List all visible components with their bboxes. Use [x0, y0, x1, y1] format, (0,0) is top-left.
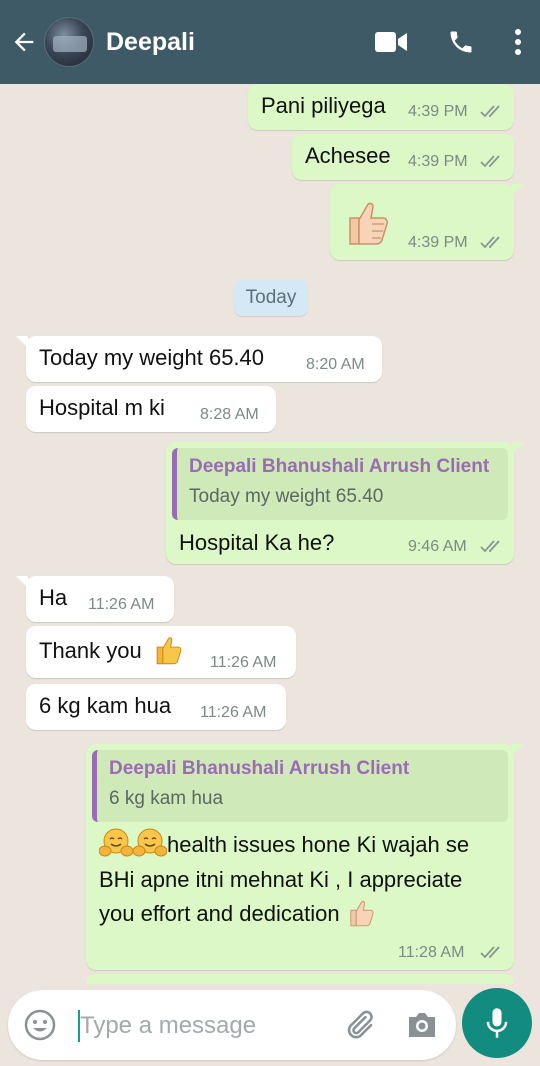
bubble-tail — [512, 442, 524, 454]
more-icon — [515, 29, 521, 55]
back-button[interactable] — [4, 0, 44, 84]
quoted-text: Today my weight 65.40 — [189, 486, 384, 507]
quoted-message[interactable]: Deepali Bhanushali Arrush Client 6 kg ka… — [92, 750, 508, 822]
message-time: 11:26 AM — [210, 654, 277, 671]
double-tick-icon — [480, 540, 500, 553]
attach-icon[interactable] — [342, 1008, 376, 1042]
message-text: you effort and dedication — [99, 901, 340, 926]
video-call-button[interactable] — [356, 0, 426, 84]
message-text: Today my weight 65.40 — [39, 345, 265, 370]
message-time: 11:26 AM — [200, 704, 267, 721]
phone-icon — [450, 31, 472, 53]
message-text-line: health issues hone Ki wajah se — [99, 828, 470, 859]
message-incoming[interactable]: Thank you 11:26 AM — [26, 626, 296, 678]
double-tick-icon — [480, 155, 500, 168]
message-outgoing[interactable]: Deepali Bhanushali Arrush Client 6 kg ka… — [86, 744, 524, 970]
message-text-line: you effort and dedication — [99, 901, 376, 927]
message-outgoing[interactable]: Deepali Bhanushali Arrush Client Today m… — [166, 442, 524, 564]
message-incoming[interactable]: 6 kg kam hua 11:26 AM — [26, 684, 286, 730]
double-tick-icon — [480, 105, 500, 118]
message-text: Ha — [39, 585, 68, 610]
bubble-tail — [512, 184, 524, 196]
message-text: Hospital m ki — [39, 395, 165, 420]
avatar[interactable] — [44, 17, 94, 67]
chat-header: Deepali — [0, 0, 540, 84]
thumbs-up-icon — [350, 901, 374, 927]
message-incoming[interactable]: Ha 11:26 AM — [16, 576, 174, 622]
video-call-icon — [375, 32, 407, 52]
quoted-message[interactable]: Deepali Bhanushali Arrush Client Today m… — [172, 448, 508, 520]
message-text: Achesee — [305, 143, 391, 168]
hugging-face-icon — [133, 828, 167, 857]
date-separator: Today — [234, 280, 308, 316]
mic-icon — [486, 1008, 508, 1038]
message-time: 11:28 AM — [398, 944, 465, 961]
bubble-tail — [512, 744, 524, 756]
back-arrow-icon — [14, 32, 34, 52]
emoji-icon[interactable] — [24, 1009, 56, 1041]
message-input-box[interactable]: Type a message — [8, 990, 456, 1060]
camera-icon[interactable] — [406, 1010, 438, 1040]
message-outgoing[interactable] — [86, 974, 514, 984]
hugging-face-icon — [99, 828, 133, 857]
quoted-text: 6 kg kam hua — [109, 788, 224, 809]
message-time: 11:26 AM — [88, 596, 155, 613]
double-tick-icon — [480, 236, 500, 249]
voice-message-button[interactable] — [462, 988, 532, 1058]
quoted-sender: Deepali Bhanushali Arrush Client — [189, 456, 490, 477]
message-text: 6 kg kam hua — [39, 693, 172, 718]
message-time: 4:39 PM — [408, 153, 468, 170]
message-incoming[interactable]: Hospital m ki 8:28 AM — [26, 386, 276, 432]
voice-call-button[interactable] — [426, 0, 496, 84]
bubble-tail — [16, 336, 28, 348]
thumbs-up-icon — [349, 202, 388, 245]
message-input-placeholder[interactable]: Type a message — [80, 1012, 256, 1040]
message-time: 8:20 AM — [306, 356, 365, 373]
message-text: Hospital Ka he? — [179, 530, 335, 555]
contact-name[interactable]: Deepali — [106, 28, 356, 57]
message-outgoing[interactable]: Achesee 4:39 PM — [292, 134, 514, 180]
message-outgoing[interactable]: Pani piliyega 4:39 PM — [248, 84, 514, 130]
message-text: Pani piliyega — [261, 93, 386, 118]
message-text: Thank you — [39, 637, 184, 665]
message-text: BHi apne itni mehnat Ki , I appreciate — [99, 867, 463, 892]
message-text-content: Thank you — [39, 638, 142, 663]
chat-area[interactable]: Pani piliyega 4:39 PM Achesee 4:39 PM 4:… — [0, 84, 540, 984]
quoted-sender: Deepali Bhanushali Arrush Client — [109, 758, 410, 779]
more-options-button[interactable] — [496, 0, 540, 84]
thumbs-up-icon — [156, 637, 182, 665]
message-outgoing[interactable]: 4:39 PM — [330, 184, 524, 260]
bubble-tail — [16, 576, 28, 588]
message-text: health issues hone Ki wajah se — [167, 832, 470, 857]
message-time: 4:39 PM — [408, 103, 468, 120]
message-time: 9:46 AM — [408, 538, 467, 555]
composer-bar: Type a message — [0, 984, 540, 1066]
double-tick-icon — [480, 946, 500, 959]
message-incoming[interactable]: Today my weight 65.40 8:20 AM — [16, 336, 382, 382]
message-time: 8:28 AM — [200, 406, 259, 423]
message-time: 4:39 PM — [408, 234, 468, 251]
